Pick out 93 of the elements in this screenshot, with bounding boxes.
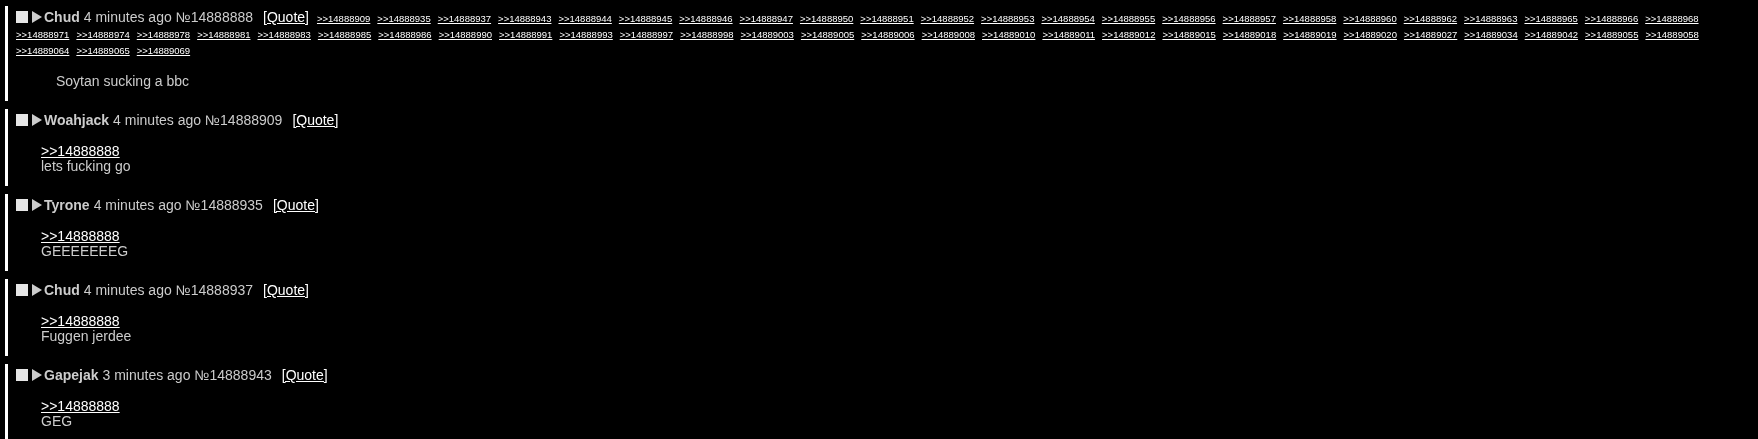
post-time: 4 minutes ago <box>83 9 172 25</box>
backlink[interactable]: >>14889010 <box>982 28 1036 42</box>
backlink[interactable]: >>14889069 <box>136 44 191 58</box>
backlink[interactable]: >>14888971 <box>16 28 70 42</box>
backlink[interactable]: >>14889020 <box>1343 28 1397 42</box>
backlink[interactable]: >>14888990 <box>438 28 492 42</box>
backlink[interactable]: >>14888997 <box>619 28 674 42</box>
post-number: №14888888 <box>175 9 254 25</box>
backlink[interactable]: >>14889027 <box>1403 28 1458 42</box>
backlink[interactable]: >>14888991 <box>499 28 553 42</box>
backlink[interactable]: >>14888965 <box>1524 12 1578 26</box>
backlink[interactable]: >>14888981 <box>197 28 251 42</box>
post-checkbox[interactable] <box>16 369 28 381</box>
backlink[interactable]: >>14888956 <box>1162 12 1216 26</box>
poster-name: Chud <box>44 9 80 25</box>
backlink[interactable]: >>14889005 <box>800 28 855 42</box>
post-time: 4 minutes ago <box>113 112 202 128</box>
post-time: 3 minutes ago <box>102 367 191 383</box>
backlink[interactable]: >>14888944 <box>558 12 612 26</box>
backlink[interactable]: >>14888963 <box>1464 12 1518 26</box>
post-number: №14888935 <box>185 197 263 213</box>
quote-link[interactable]: [Quote] <box>263 9 309 25</box>
backlink[interactable]: >>14889003 <box>740 28 794 42</box>
backlink[interactable]: >>14888983 <box>257 28 311 42</box>
post-text: GEG <box>41 414 74 429</box>
post-checkbox[interactable] <box>16 11 28 23</box>
backlink[interactable]: >>14889006 <box>861 28 915 42</box>
backlink[interactable]: >>14888985 <box>317 28 372 42</box>
backlink[interactable]: >>14888960 <box>1343 12 1397 26</box>
backlink[interactable]: >>14888957 <box>1222 12 1276 26</box>
backlink[interactable]: >>14888966 <box>1584 12 1639 26</box>
backlink[interactable]: >>14888993 <box>559 28 613 42</box>
post-checkbox[interactable] <box>16 284 28 296</box>
post-number: №14888943 <box>194 367 272 383</box>
post-text: lets fucking go <box>41 159 132 174</box>
backlink[interactable]: >>14888968 <box>1645 12 1699 26</box>
post-number: №14888909 <box>205 112 283 128</box>
reply-link[interactable]: >>14888888 <box>41 314 120 329</box>
quote-link[interactable]: [Quote] <box>272 197 319 213</box>
backlink[interactable]: >>14889008 <box>921 28 975 42</box>
backlink[interactable]: >>14889055 <box>1585 28 1639 42</box>
post-text: GEEEEEEEG <box>41 244 130 259</box>
post-checkbox[interactable] <box>16 114 28 126</box>
backlink[interactable]: >>14888986 <box>378 28 432 42</box>
backlink[interactable]: >>14889034 <box>1464 28 1518 42</box>
backlink[interactable]: >>14889015 <box>1162 28 1216 42</box>
quote-link[interactable]: [Quote] <box>281 367 328 383</box>
backlink[interactable]: >>14888978 <box>136 28 191 42</box>
backlink[interactable]: >>14889042 <box>1524 28 1579 42</box>
backlink[interactable]: >>14888962 <box>1403 12 1458 26</box>
backlink[interactable]: >>14889065 <box>76 44 130 58</box>
backlink[interactable]: >>14889019 <box>1283 28 1337 42</box>
poster-name: Gapejak <box>44 367 99 383</box>
backlink[interactable]: >>14888955 <box>1101 12 1156 26</box>
poster-name: Tyrone <box>44 197 90 213</box>
post-time: 4 minutes ago <box>93 197 182 213</box>
expand-arrow-icon[interactable] <box>32 369 42 381</box>
expand-arrow-icon[interactable] <box>32 199 42 211</box>
quote-link[interactable]: [Quote] <box>292 112 339 128</box>
backlink[interactable]: >>14888909 <box>316 12 371 26</box>
expand-arrow-icon[interactable] <box>32 114 42 126</box>
post-number: №14888937 <box>175 282 254 298</box>
reply-link[interactable]: >>14888888 <box>41 399 120 414</box>
backlink[interactable]: >>14888974 <box>76 28 130 42</box>
reply-link[interactable]: >>14888888 <box>41 144 120 159</box>
backlink[interactable]: >>14888998 <box>680 28 734 42</box>
backlink[interactable]: >>14889012 <box>1102 28 1156 42</box>
backlink[interactable]: >>14888954 <box>1041 12 1095 26</box>
backlink[interactable]: >>14888958 <box>1282 12 1337 26</box>
backlink[interactable]: >>14888946 <box>679 12 733 26</box>
post-time: 4 minutes ago <box>83 282 172 298</box>
backlink[interactable]: >>14889058 <box>1645 28 1699 42</box>
backlink[interactable]: >>14888953 <box>981 12 1035 26</box>
backlink[interactable]: >>14888935 <box>377 12 431 26</box>
backlink[interactable]: >>14889064 <box>16 44 70 58</box>
post-text: Soytan sucking a bbc <box>56 74 191 89</box>
expand-arrow-icon[interactable] <box>32 11 42 23</box>
backlink[interactable]: >>14888951 <box>860 12 914 26</box>
backlink[interactable]: >>14888945 <box>618 12 673 26</box>
poster-name: Woahjack <box>44 112 110 128</box>
backlink[interactable]: >>14888937 <box>437 12 492 26</box>
backlink[interactable]: >>14889011 <box>1042 28 1096 42</box>
poster-name: Chud <box>44 282 80 298</box>
backlink[interactable]: >>14888947 <box>739 12 793 26</box>
post-text: Fuggen jerdee <box>41 329 133 344</box>
reply-link[interactable]: >>14888888 <box>41 229 120 244</box>
backlink[interactable]: >>14888943 <box>498 12 552 26</box>
expand-arrow-icon[interactable] <box>32 284 42 296</box>
backlink[interactable]: >>14888950 <box>799 12 854 26</box>
backlink[interactable]: >>14888952 <box>920 12 975 26</box>
quote-link[interactable]: [Quote] <box>263 282 309 298</box>
backlink[interactable]: >>14889018 <box>1222 28 1277 42</box>
post-checkbox[interactable] <box>16 199 28 211</box>
